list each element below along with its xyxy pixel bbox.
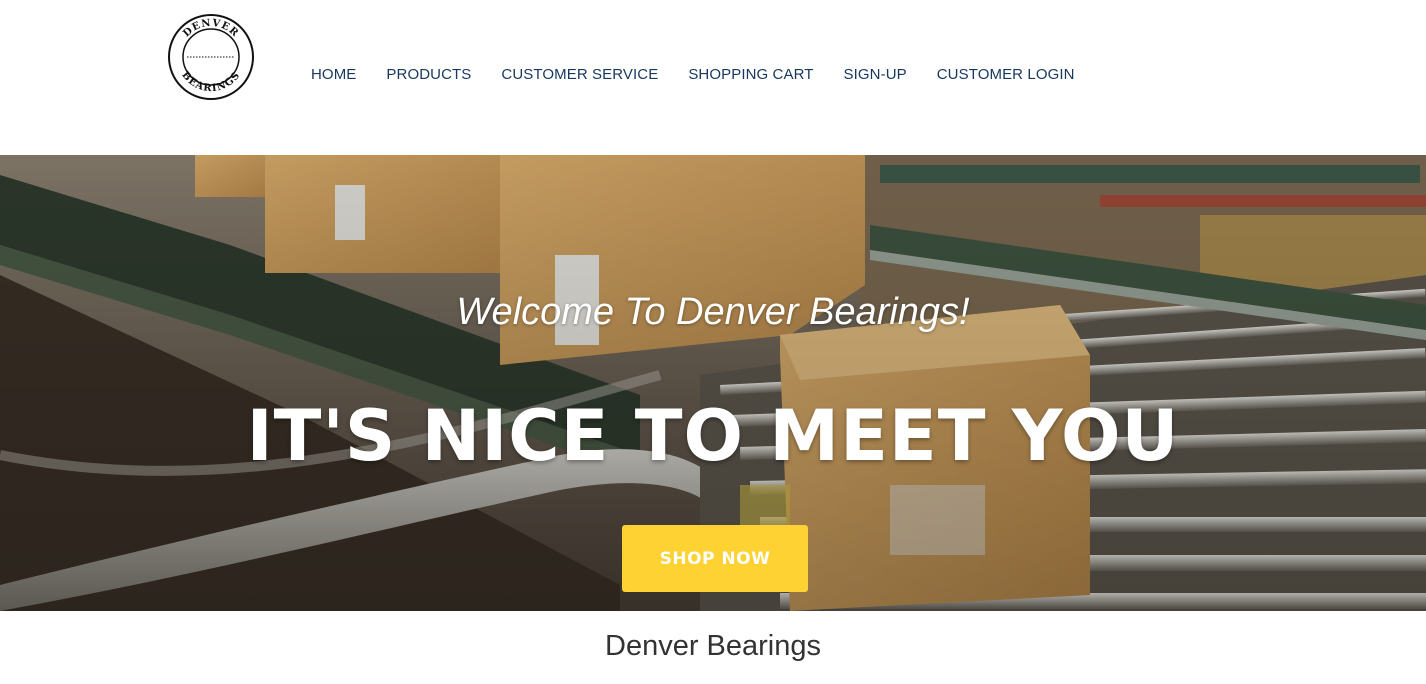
- hero-subheading: Welcome To Denver Bearings!: [456, 291, 970, 333]
- nav-products[interactable]: PRODUCTS: [371, 64, 486, 86]
- shop-now-button[interactable]: SHOP NOW: [622, 525, 808, 592]
- nav-home[interactable]: HOME: [296, 64, 371, 86]
- nav-sign-up[interactable]: SIGN-UP: [829, 64, 922, 86]
- nav-customer-service[interactable]: CUSTOMER SERVICE: [486, 64, 673, 86]
- main-nav: HOME PRODUCTS CUSTOMER SERVICE SHOPPING …: [296, 64, 1090, 86]
- denver-bearings-logo[interactable]: DENVER BEARINGS: [166, 13, 256, 101]
- site-header: DENVER BEARINGS HOME PRODUCTS CUSTOMER S…: [0, 0, 1426, 155]
- seal-logo-icon: DENVER BEARINGS: [168, 14, 254, 100]
- nav-shopping-cart[interactable]: SHOPPING CART: [673, 64, 828, 86]
- hero-content: Welcome To Denver Bearings! IT'S NICE TO…: [0, 155, 1426, 611]
- nav-customer-login[interactable]: CUSTOMER LOGIN: [922, 64, 1090, 86]
- hero-banner: Welcome To Denver Bearings! IT'S NICE TO…: [0, 155, 1426, 611]
- section-title: Denver Bearings: [605, 630, 821, 662]
- hero-heading: IT'S NICE TO MEET YOU: [246, 395, 1180, 477]
